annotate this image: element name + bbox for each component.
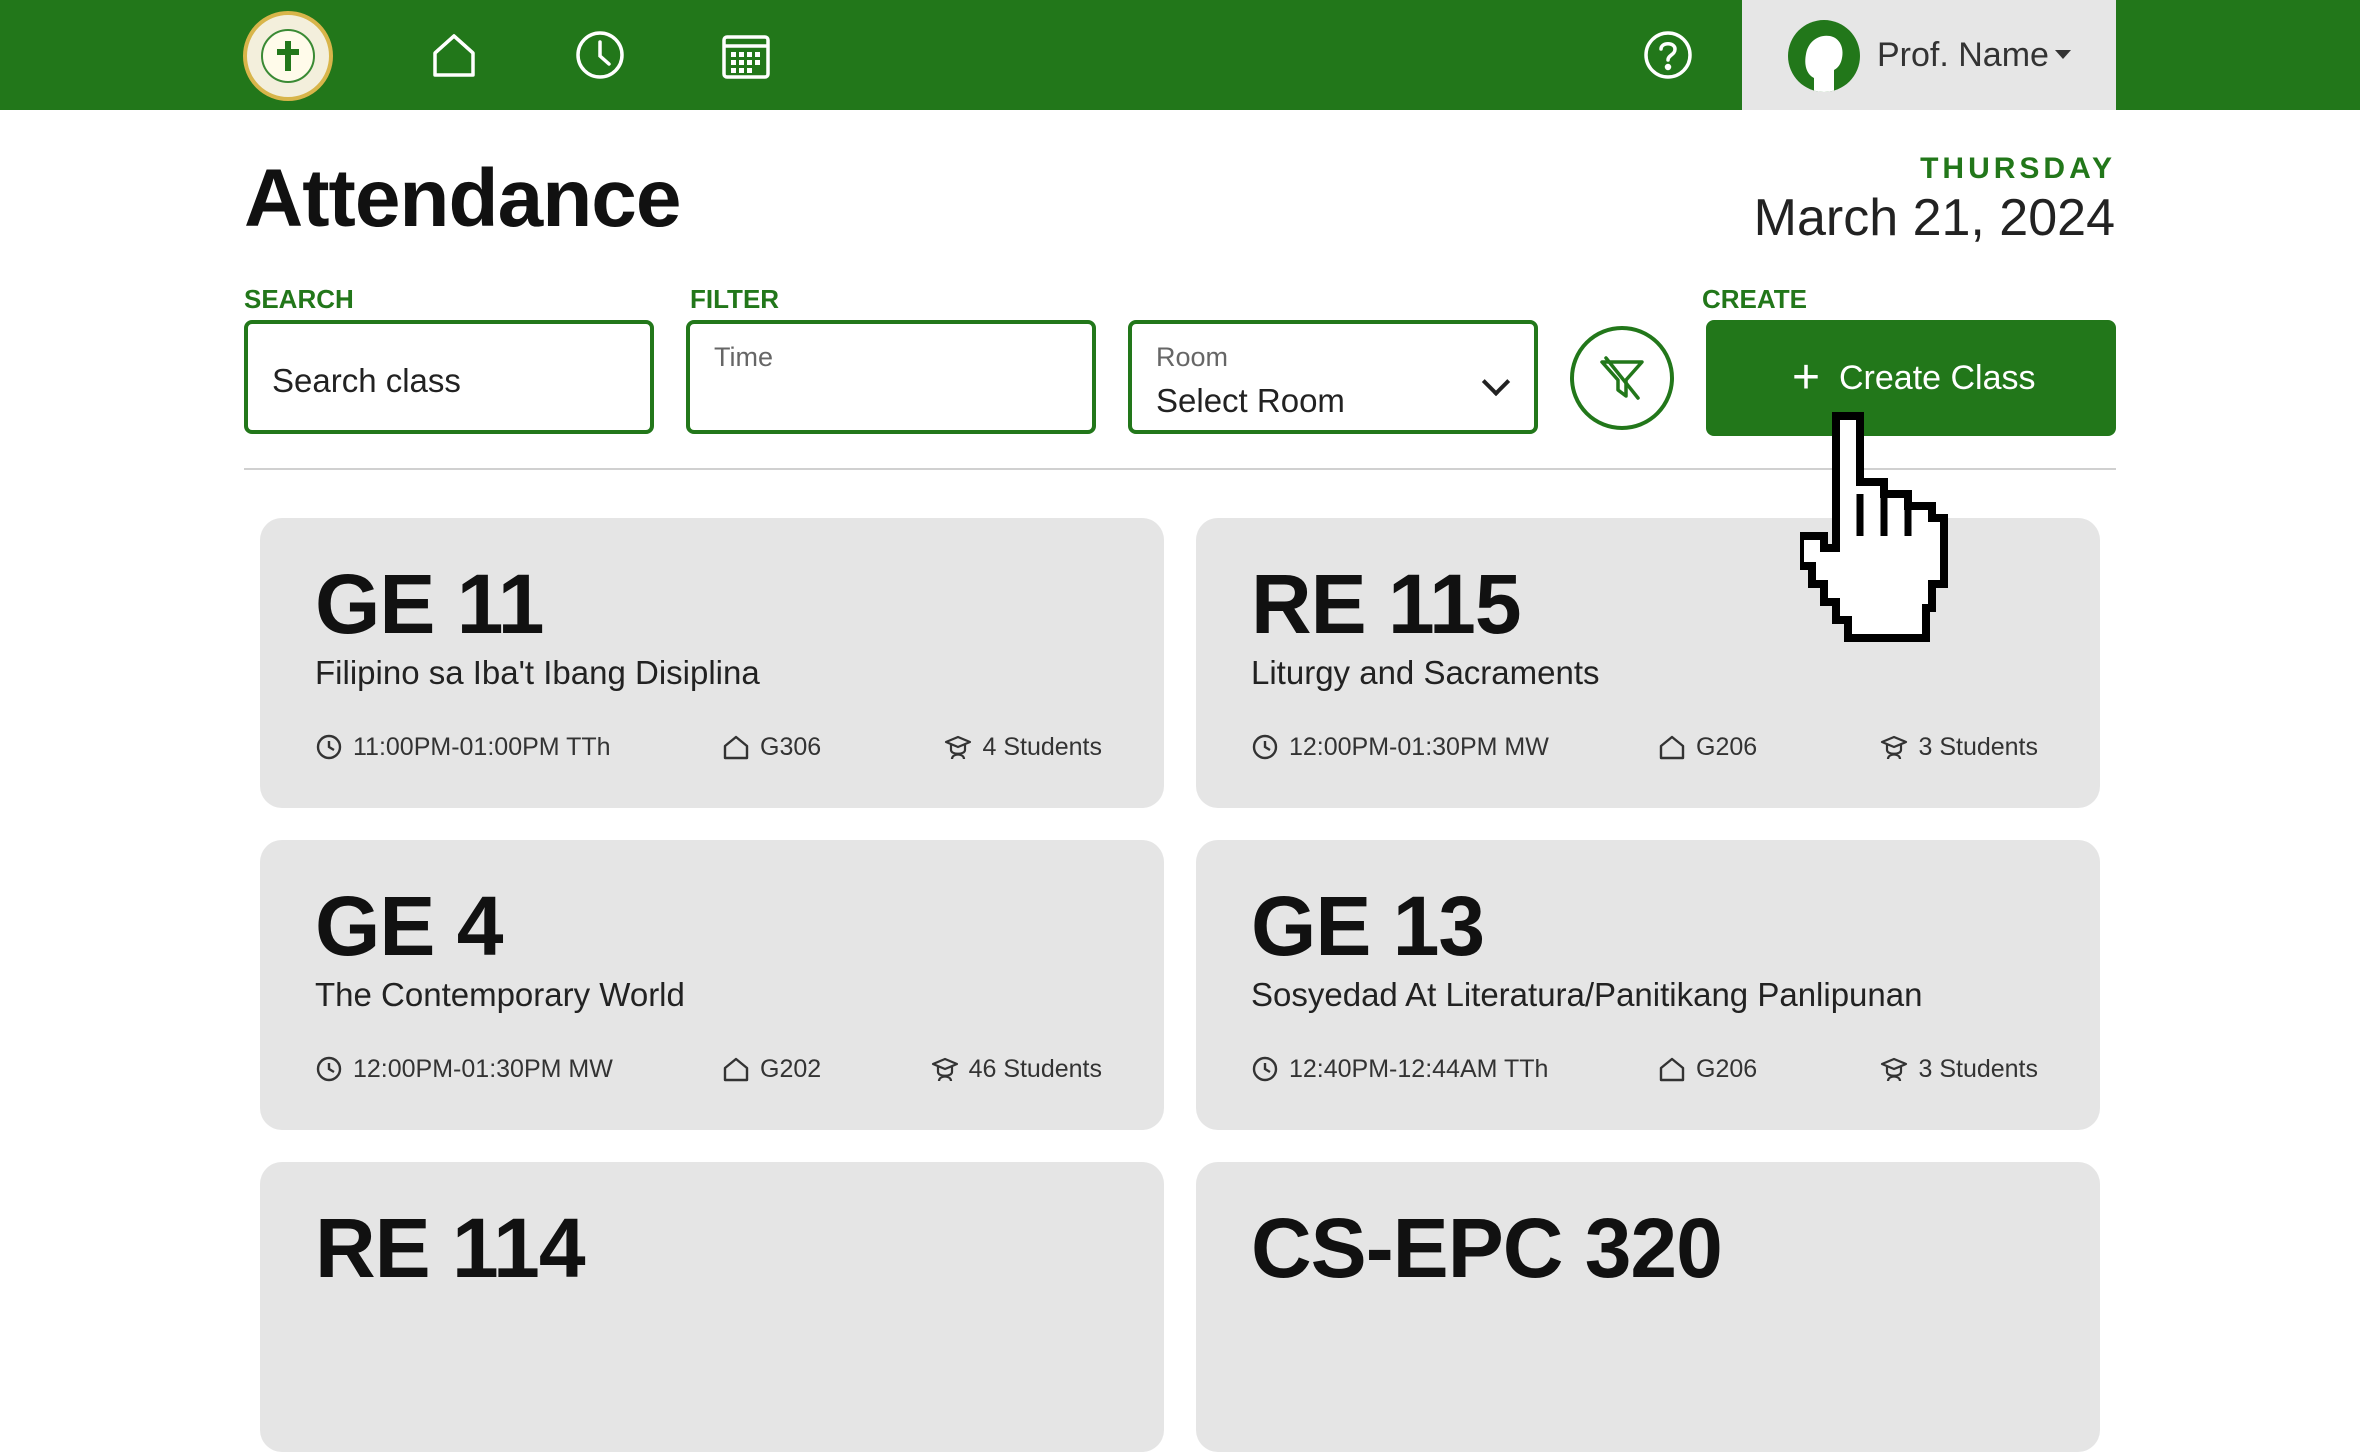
class-room-value: G206 — [1696, 732, 1758, 761]
student-icon — [1881, 735, 1908, 760]
class-code: CS-EPC 320 — [1251, 1201, 1723, 1295]
chevron-down-icon — [2055, 50, 2071, 59]
class-students-count: 46 Students — [968, 1054, 1102, 1083]
profile-menu[interactable]: Prof. Name — [1742, 0, 2116, 110]
profile-name: Prof. Name — [1877, 36, 2049, 74]
top-navbar: Prof. Name — [0, 0, 2360, 110]
class-code: RE 115 — [1251, 557, 1522, 651]
class-code: GE 13 — [1251, 879, 1485, 973]
calendar-icon[interactable] — [718, 27, 774, 83]
class-students-count: 4 Students — [982, 732, 1102, 761]
create-section-label: CREATE — [1702, 284, 1807, 314]
class-students: 46 Students — [931, 1052, 1102, 1086]
room-select[interactable]: Room Select Room — [1128, 320, 1538, 434]
class-students: 4 Students — [944, 730, 1102, 764]
class-name: Filipino sa Iba't Ibang Disiplina — [315, 654, 760, 691]
class-room-value: G206 — [1696, 1054, 1758, 1083]
class-time: 12:40PM-12:44AM TTh — [1289, 1054, 1549, 1083]
divider — [244, 468, 2116, 470]
seal-inner-ring — [261, 29, 315, 83]
class-room-value: G202 — [760, 1054, 822, 1083]
filter-off-icon — [1600, 356, 1644, 400]
clock-icon — [1252, 734, 1278, 760]
room-field-value: Select Room — [1156, 382, 1345, 419]
room-field-label: Room — [1156, 342, 1229, 372]
class-card[interactable]: CS-EPC 320 — [1196, 1162, 2100, 1452]
home-icon[interactable] — [426, 27, 482, 83]
student-icon — [1881, 1057, 1908, 1082]
class-card[interactable]: GE 13 Sosyedad At Literatura/Panitikang … — [1196, 840, 2100, 1130]
avatar — [1788, 20, 1860, 92]
class-students: 3 Students — [1880, 1052, 2038, 1086]
class-time: 12:00PM-01:30PM MW — [353, 1054, 613, 1083]
class-card[interactable]: RE 114 — [260, 1162, 1164, 1452]
current-weekday: THURSDAY — [1920, 152, 2116, 185]
time-filter-input[interactable]: Time — [686, 320, 1096, 434]
class-schedule: 12:00PM-01:30PM MW — [315, 1052, 613, 1086]
search-section-label: SEARCH — [244, 284, 354, 314]
create-class-button[interactable]: + Create Class — [1706, 320, 2116, 436]
class-room: G202 — [722, 1052, 821, 1086]
home-icon — [723, 1057, 749, 1082]
student-icon — [931, 1057, 958, 1082]
class-students-count: 3 Students — [1918, 732, 2038, 761]
filter-section-label: FILTER — [690, 284, 780, 314]
class-schedule: 12:00PM-01:30PM MW — [1251, 730, 1549, 764]
create-class-label: Create Class — [1839, 359, 2036, 397]
class-card[interactable]: GE 11 Filipino sa Iba't Ibang Disiplina … — [260, 518, 1164, 808]
class-students: 3 Students — [1880, 730, 2038, 764]
class-card[interactable]: GE 4 The Contemporary World 12:00PM-01:3… — [260, 840, 1164, 1130]
home-icon — [1659, 1057, 1685, 1082]
class-schedule: 11:00PM-01:00PM TTh — [315, 730, 611, 764]
class-code: RE 114 — [315, 1201, 586, 1295]
home-icon — [723, 735, 749, 760]
clock-icon — [316, 1056, 342, 1082]
time-field-label: Time — [714, 342, 773, 372]
home-icon — [1659, 735, 1685, 760]
help-icon[interactable] — [1640, 27, 1696, 83]
clear-filter-button[interactable] — [1570, 326, 1674, 430]
clock-icon — [316, 734, 342, 760]
class-code: GE 11 — [315, 557, 545, 651]
class-room: G206 — [1658, 730, 1757, 764]
class-code: GE 4 — [315, 879, 503, 973]
class-room-value: G306 — [760, 732, 822, 761]
student-icon — [945, 735, 972, 760]
current-date: March 21, 2024 — [1753, 189, 2115, 247]
class-room: G306 — [722, 730, 821, 764]
plus-icon: + — [1792, 351, 1821, 404]
clock-icon[interactable] — [572, 27, 628, 83]
page-title: Attendance — [244, 153, 682, 244]
seal-cross-horizontal — [277, 49, 299, 55]
class-name: Sosyedad At Literatura/Panitikang Panlip… — [1251, 976, 1923, 1013]
class-room: G206 — [1658, 1052, 1757, 1086]
class-name: The Contemporary World — [315, 976, 685, 1013]
class-time: 11:00PM-01:00PM TTh — [353, 732, 611, 761]
chevron-down-icon — [1481, 367, 1511, 397]
class-students-count: 3 Students — [1918, 1054, 2038, 1083]
search-input[interactable]: Search class — [244, 320, 654, 434]
class-time: 12:00PM-01:30PM MW — [1289, 732, 1549, 761]
class-schedule: 12:40PM-12:44AM TTh — [1251, 1052, 1548, 1086]
seal-cross-vertical — [285, 41, 291, 71]
school-seal-logo[interactable] — [243, 11, 333, 101]
search-placeholder: Search class — [272, 362, 461, 399]
clock-icon — [1252, 1056, 1278, 1082]
class-card[interactable]: RE 115 Liturgy and Sacraments 12:00PM-01… — [1196, 518, 2100, 808]
class-name: Liturgy and Sacraments — [1251, 654, 1600, 691]
